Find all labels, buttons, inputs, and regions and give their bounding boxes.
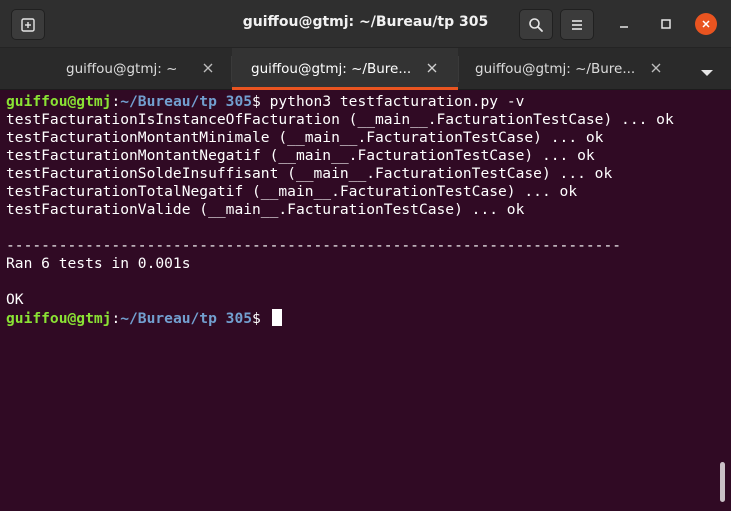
search-button[interactable]: [519, 9, 553, 40]
tab-3[interactable]: guiffou@gtmj: ~/Bure...: [459, 48, 685, 90]
tab-1[interactable]: guiffou@gtmj: ~: [0, 48, 231, 90]
scrollbar-thumb[interactable]: [720, 462, 725, 502]
output-separator-line: ----------------------------------------…: [6, 237, 622, 254]
prompt-symbol: $: [252, 93, 270, 110]
menu-button[interactable]: [560, 9, 594, 40]
close-icon: [203, 63, 213, 73]
tab-bar: guiffou@gtmj: ~ guiffou@gtmj: ~/Bure... …: [0, 48, 731, 90]
search-icon: [529, 17, 543, 32]
close-icon: [651, 63, 661, 73]
terminal-window: guiffou@gtmj: ~/Bureau/tp 305 guiffou@gt…: [0, 0, 731, 511]
command-line: guiffou@gtmj:~/Bureau/tp 305$ python3 te…: [6, 93, 524, 111]
output-line: testFacturationMontantMinimale (__main__…: [6, 129, 604, 146]
minimize-button[interactable]: [613, 13, 635, 35]
close-icon: [427, 63, 437, 73]
output-line: Ran 6 tests in 0.001s: [6, 255, 191, 272]
maximize-button[interactable]: [655, 13, 677, 35]
tab-overflow-button[interactable]: [700, 63, 716, 76]
tab-label: guiffou@gtmj: ~: [66, 61, 178, 77]
prompt-path: ~/Bureau/tp 305: [120, 310, 253, 327]
hamburger-menu-icon: [572, 19, 582, 30]
text-cursor: [271, 309, 282, 326]
tab-close-button[interactable]: [200, 60, 216, 76]
current-prompt-line[interactable]: guiffou@gtmj:~/Bureau/tp 305$: [6, 309, 282, 327]
output-line: testFacturationMontantNegatif (__main__.…: [6, 147, 595, 164]
output-line: OK: [6, 291, 24, 308]
output-line: testFacturationValide (__main__.Facturat…: [6, 201, 525, 218]
prompt-separator: :: [111, 310, 121, 327]
close-button[interactable]: [695, 13, 717, 35]
tab-label: guiffou@gtmj: ~/Bure...: [475, 61, 636, 77]
tab-2[interactable]: guiffou@gtmj: ~/Bure...: [232, 48, 458, 90]
prompt-separator: :: [111, 93, 121, 110]
tab-close-button[interactable]: [424, 60, 440, 76]
dropdown-arrow-icon: [701, 70, 713, 76]
terminal-output-area[interactable]: guiffou@gtmj:~/Bureau/tp 305$ python3 te…: [0, 90, 731, 511]
prompt-path: ~/Bureau/tp 305: [120, 93, 253, 110]
output-line: testFacturationTotalNegatif (__main__.Fa…: [6, 183, 578, 200]
tab-close-button[interactable]: [648, 60, 664, 76]
maximize-icon: [661, 19, 671, 29]
prompt-user: guiffou@gtmj: [6, 93, 112, 110]
prompt-symbol: $: [252, 310, 270, 327]
header-bar: guiffou@gtmj: ~/Bureau/tp 305: [0, 0, 731, 48]
close-icon: [702, 20, 710, 28]
command-text: python3 testfacturation.py -v: [269, 93, 525, 110]
output-line: testFacturationSoldeInsuffisant (__main_…: [6, 165, 613, 182]
tab-label: guiffou@gtmj: ~/Bure...: [251, 61, 412, 77]
prompt-user: guiffou@gtmj: [6, 310, 112, 327]
minimize-icon: [620, 26, 628, 28]
output-line: testFacturationIsInstanceOfFacturation (…: [6, 111, 674, 128]
